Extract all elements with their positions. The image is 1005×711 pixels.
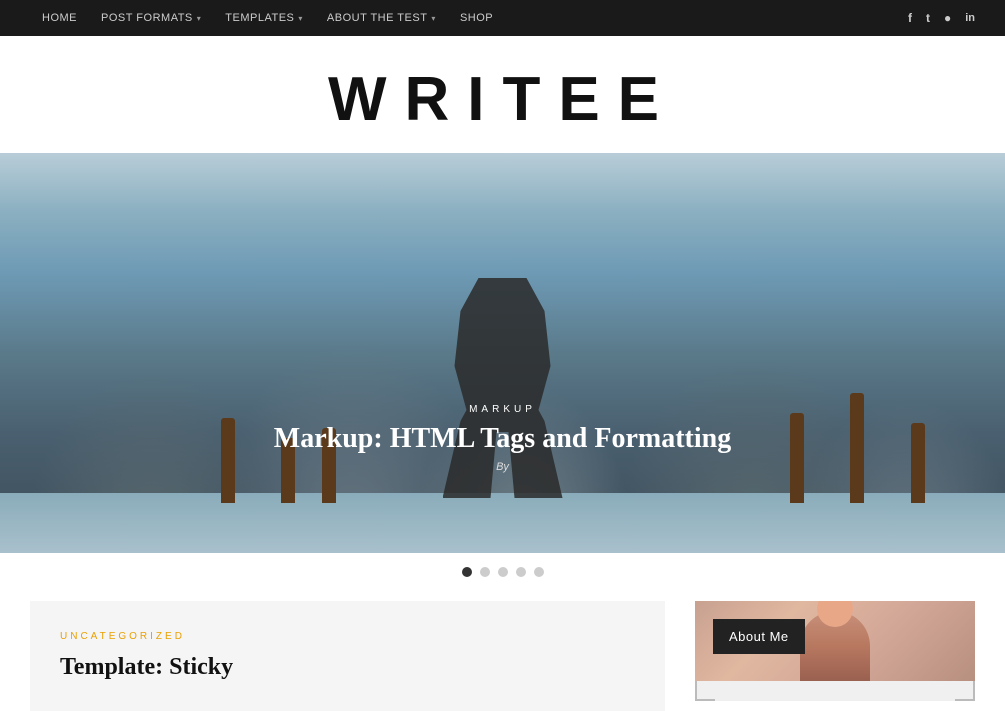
about-me-widget: About Me — [695, 601, 975, 701]
linkedin-icon[interactable]: in — [965, 12, 975, 24]
dock-post — [790, 413, 804, 503]
nav-menu: HOME POST FORMATS ▾ TEMPLATES ▾ ABOUT TH… — [30, 12, 505, 24]
dock-post — [221, 418, 235, 503]
hero-category: MARKUP — [274, 404, 731, 415]
site-title[interactable]: WRITEE — [0, 64, 1005, 135]
chevron-down-icon: ▾ — [298, 14, 303, 23]
slider-dot-4[interactable] — [516, 567, 526, 577]
nav-link-shop[interactable]: SHOP — [448, 12, 505, 24]
hero-content: MARKUP Markup: HTML Tags and Formatting … — [274, 404, 731, 473]
chevron-down-icon: ▾ — [197, 14, 202, 23]
main-content: UNCATEGORIZED Template: Sticky About Me — [0, 601, 1005, 711]
twitter-icon[interactable]: t — [926, 11, 930, 25]
nav-item-home[interactable]: HOME — [30, 12, 89, 24]
instagram-icon[interactable]: ● — [944, 11, 951, 25]
hero-slider: MARKUP Markup: HTML Tags and Formatting … — [0, 153, 1005, 553]
article-card: UNCATEGORIZED Template: Sticky — [30, 601, 665, 711]
nav-item-post-formats[interactable]: POST FORMATS ▾ — [89, 12, 213, 24]
dock-post — [850, 393, 864, 503]
navigation: HOME POST FORMATS ▾ TEMPLATES ▾ ABOUT TH… — [0, 0, 1005, 36]
chevron-down-icon: ▾ — [431, 14, 436, 23]
hero-author: By — [274, 461, 731, 473]
dock-post — [911, 423, 925, 503]
nav-link-home[interactable]: HOME — [30, 12, 89, 24]
social-links: f t ● in — [908, 11, 975, 25]
hero-image — [0, 153, 1005, 553]
nav-item-templates[interactable]: TEMPLATES ▾ — [213, 12, 315, 24]
slider-dot-3[interactable] — [498, 567, 508, 577]
slider-dot-5[interactable] — [534, 567, 544, 577]
nav-item-about[interactable]: ABOUT THE TEST ▾ — [315, 12, 448, 24]
hero-title[interactable]: Markup: HTML Tags and Formatting — [274, 423, 731, 455]
about-me-button[interactable]: About Me — [713, 619, 805, 654]
nav-link-post-formats[interactable]: POST FORMATS ▾ — [89, 12, 213, 24]
article-title[interactable]: Template: Sticky — [60, 654, 635, 681]
facebook-icon[interactable]: f — [908, 11, 912, 25]
sidebar: About Me — [695, 601, 975, 711]
article-category[interactable]: UNCATEGORIZED — [60, 631, 635, 642]
site-header: WRITEE — [0, 36, 1005, 153]
nav-link-about[interactable]: ABOUT THE TEST ▾ — [315, 12, 448, 24]
slider-dot-1[interactable] — [462, 567, 472, 577]
nav-link-templates[interactable]: TEMPLATES ▾ — [213, 12, 315, 24]
about-me-person-figure — [800, 611, 870, 681]
nav-item-shop[interactable]: SHOP — [448, 12, 505, 24]
slider-dots — [0, 553, 1005, 591]
slider-dot-2[interactable] — [480, 567, 490, 577]
